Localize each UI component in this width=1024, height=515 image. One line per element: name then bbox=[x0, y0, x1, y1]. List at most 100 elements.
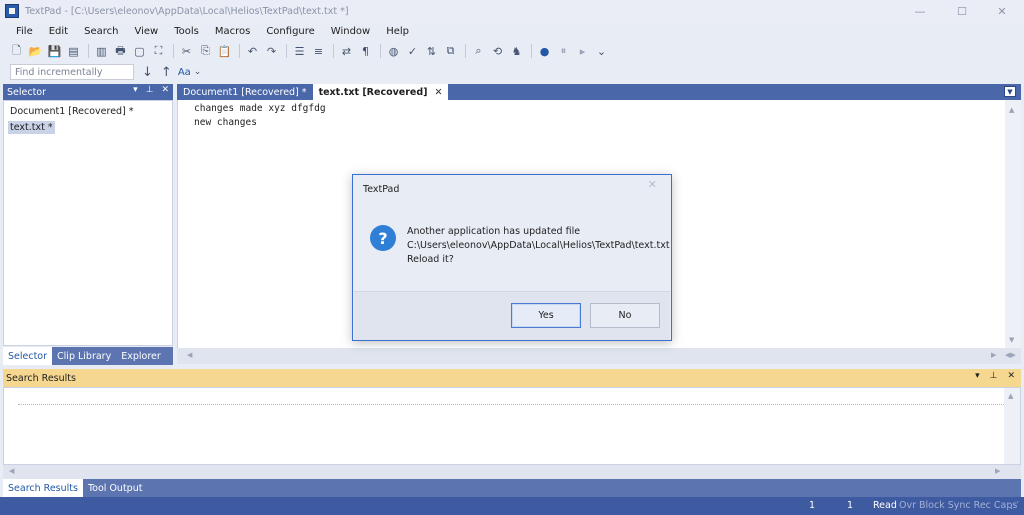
print-icon[interactable]: ▥ bbox=[95, 45, 108, 58]
toolbar-overflow-icon[interactable]: ⌄ bbox=[595, 45, 608, 58]
toolbar-separator bbox=[239, 44, 240, 58]
selector-item-document1[interactable]: Document1 [Recovered] * bbox=[8, 105, 136, 118]
close-tab-icon[interactable]: ✕ bbox=[435, 87, 443, 98]
outdent-icon[interactable]: ≡ bbox=[312, 45, 325, 58]
yes-button[interactable]: Yes bbox=[511, 303, 581, 328]
menu-help[interactable]: Help bbox=[378, 26, 417, 37]
menu-macros[interactable]: Macros bbox=[207, 26, 258, 37]
tab-tool-output[interactable]: Tool Output bbox=[83, 479, 147, 497]
menu-configure[interactable]: Configure bbox=[258, 26, 322, 37]
tab-text-txt-label: text.txt [Recovered] bbox=[318, 86, 428, 98]
results-focus-line bbox=[18, 404, 1004, 405]
scroll-left-arrow-icon[interactable]: ◀ bbox=[9, 467, 14, 475]
results-tab-strip: Search Results Tool Output bbox=[3, 479, 1021, 497]
tab-clip-library[interactable]: Clip Library bbox=[52, 347, 116, 365]
close-icon[interactable]: ✕ bbox=[1007, 371, 1015, 381]
results-vertical-scrollbar[interactable]: ▲ bbox=[1004, 388, 1020, 464]
search-results-list[interactable]: ▲ bbox=[3, 387, 1021, 465]
scroll-up-arrow-icon[interactable]: ▲ bbox=[1008, 392, 1013, 400]
toolbar-separator bbox=[531, 44, 532, 58]
chevron-down-icon[interactable]: ⌄ bbox=[194, 67, 202, 77]
panel-menu-chevron-icon[interactable]: ▾ bbox=[133, 85, 138, 95]
menu-view[interactable]: View bbox=[126, 26, 166, 37]
editor-line-1[interactable]: changes made xyz dfgfdg bbox=[194, 103, 326, 114]
find-next-down-icon[interactable]: ↓ bbox=[142, 65, 153, 80]
tab-search-results[interactable]: Search Results bbox=[3, 479, 83, 497]
dialog-message-path: C:\Users\eleonov\AppData\Local\Helios\Te… bbox=[407, 240, 670, 251]
compare-icon[interactable]: ⧉ bbox=[444, 44, 457, 58]
match-case-toggle[interactable]: Aa bbox=[178, 67, 191, 78]
print-preview-icon[interactable]: 🖶 bbox=[114, 44, 127, 58]
open-folder-icon[interactable]: 📂 bbox=[29, 45, 43, 58]
no-button[interactable]: No bbox=[590, 303, 660, 328]
close-window-button[interactable]: ✕ bbox=[982, 0, 1022, 22]
paste-icon[interactable]: 📋 bbox=[218, 45, 232, 58]
menu-file[interactable]: File bbox=[8, 26, 41, 37]
minimize-button[interactable]: — bbox=[900, 0, 940, 22]
results-horizontal-scrollbar[interactable]: ◀ ▶ bbox=[3, 465, 1021, 479]
scroll-up-arrow-icon[interactable]: ▲ bbox=[1009, 106, 1014, 114]
web-icon[interactable]: ◍ bbox=[387, 45, 400, 58]
toolbar-separator bbox=[333, 44, 334, 58]
maximize-button[interactable]: ☐ bbox=[942, 0, 982, 22]
tab-document1-label: Document1 [Recovered] * bbox=[183, 86, 307, 98]
panel-menu-chevron-icon[interactable]: ▾ bbox=[975, 371, 980, 381]
find-previous-up-icon[interactable]: ↑ bbox=[161, 65, 172, 80]
menu-tools[interactable]: Tools bbox=[166, 26, 207, 37]
sort-icon[interactable]: ⇅ bbox=[425, 45, 438, 58]
scroll-right-arrow-icon[interactable]: ▶ bbox=[991, 351, 996, 359]
menu-window[interactable]: Window bbox=[323, 26, 378, 37]
find-incrementally-input[interactable] bbox=[10, 64, 134, 80]
menu-search[interactable]: Search bbox=[76, 26, 126, 37]
spelling-icon[interactable]: ✓ bbox=[406, 45, 419, 58]
new-file-icon[interactable]: 🗋 bbox=[10, 44, 23, 58]
copy-icon[interactable]: ⎘ bbox=[199, 44, 212, 58]
tab-document1[interactable]: Document1 [Recovered] * bbox=[177, 84, 313, 100]
search-results-title: Search Results bbox=[6, 372, 76, 384]
question-icon: ? bbox=[370, 225, 396, 251]
tab-list-dropdown-icon[interactable]: ▼ bbox=[1004, 86, 1016, 97]
save-icon[interactable]: 💾 bbox=[48, 45, 62, 58]
scroll-down-arrow-icon[interactable]: ▼ bbox=[1009, 336, 1014, 344]
menu-edit[interactable]: Edit bbox=[41, 26, 76, 37]
selector-tab-strip: Selector Clip Library Explorer bbox=[3, 347, 173, 365]
tab-text-txt[interactable]: text.txt [Recovered] ✕ bbox=[312, 84, 449, 100]
menu-bar: File Edit Search View Tools Macros Confi… bbox=[0, 22, 1024, 40]
toolbar-separator bbox=[88, 44, 89, 58]
dialog-close-button[interactable]: ✕ bbox=[648, 178, 657, 191]
toolbar-separator bbox=[173, 44, 174, 58]
selector-title: Selector bbox=[7, 86, 47, 98]
record-macro-icon[interactable]: ● bbox=[538, 45, 551, 58]
close-icon[interactable]: ✕ bbox=[161, 85, 169, 95]
scroll-left-arrow-icon[interactable]: ◀ bbox=[187, 351, 192, 359]
find-in-files-icon[interactable]: ♞ bbox=[510, 45, 523, 58]
split-view-icon[interactable]: ◀▶ bbox=[1005, 351, 1016, 359]
editor-vertical-scrollbar[interactable]: ▲ ▼ bbox=[1005, 100, 1021, 348]
dialog-message-question: Reload it? bbox=[407, 254, 454, 265]
find-icon[interactable]: ⌕ bbox=[472, 44, 485, 58]
textpad-app-icon[interactable] bbox=[5, 4, 19, 18]
pin-icon[interactable]: ⊥ bbox=[146, 85, 154, 95]
editor-horizontal-scrollbar[interactable]: ◀ ▶ ◀▶ bbox=[177, 348, 1021, 364]
indent-icon[interactable]: ☰ bbox=[293, 45, 306, 58]
resize-grip-icon[interactable]: ⋰ bbox=[1010, 500, 1020, 511]
replace-icon[interactable]: ⟲ bbox=[491, 45, 504, 58]
dialog-body: ? Another application has updated file C… bbox=[354, 199, 670, 291]
scroll-right-arrow-icon[interactable]: ▶ bbox=[995, 467, 1000, 475]
save-all-icon[interactable]: ▤ bbox=[67, 45, 80, 58]
word-wrap-icon[interactable]: ⇄ bbox=[340, 45, 353, 58]
pin-icon[interactable]: ⊥ bbox=[990, 371, 998, 381]
play-macro-icon[interactable]: ▸ bbox=[576, 45, 589, 58]
undo-icon[interactable]: ↶ bbox=[246, 45, 259, 58]
status-read-mode: Read bbox=[873, 500, 897, 511]
editor-line-2[interactable]: new changes bbox=[194, 117, 257, 128]
redo-icon[interactable]: ↷ bbox=[265, 45, 278, 58]
full-screen-icon[interactable]: ⛶ bbox=[152, 44, 165, 58]
pause-macro-icon[interactable]: ⏸ bbox=[557, 44, 570, 58]
page-preview-icon[interactable]: ▢ bbox=[133, 45, 146, 58]
tab-explorer[interactable]: Explorer bbox=[116, 347, 166, 365]
cut-icon[interactable]: ✂ bbox=[180, 45, 193, 58]
pilcrow-icon[interactable]: ¶ bbox=[359, 45, 372, 58]
tab-selector[interactable]: Selector bbox=[3, 347, 53, 365]
selector-item-text-txt[interactable]: text.txt * bbox=[8, 121, 55, 134]
